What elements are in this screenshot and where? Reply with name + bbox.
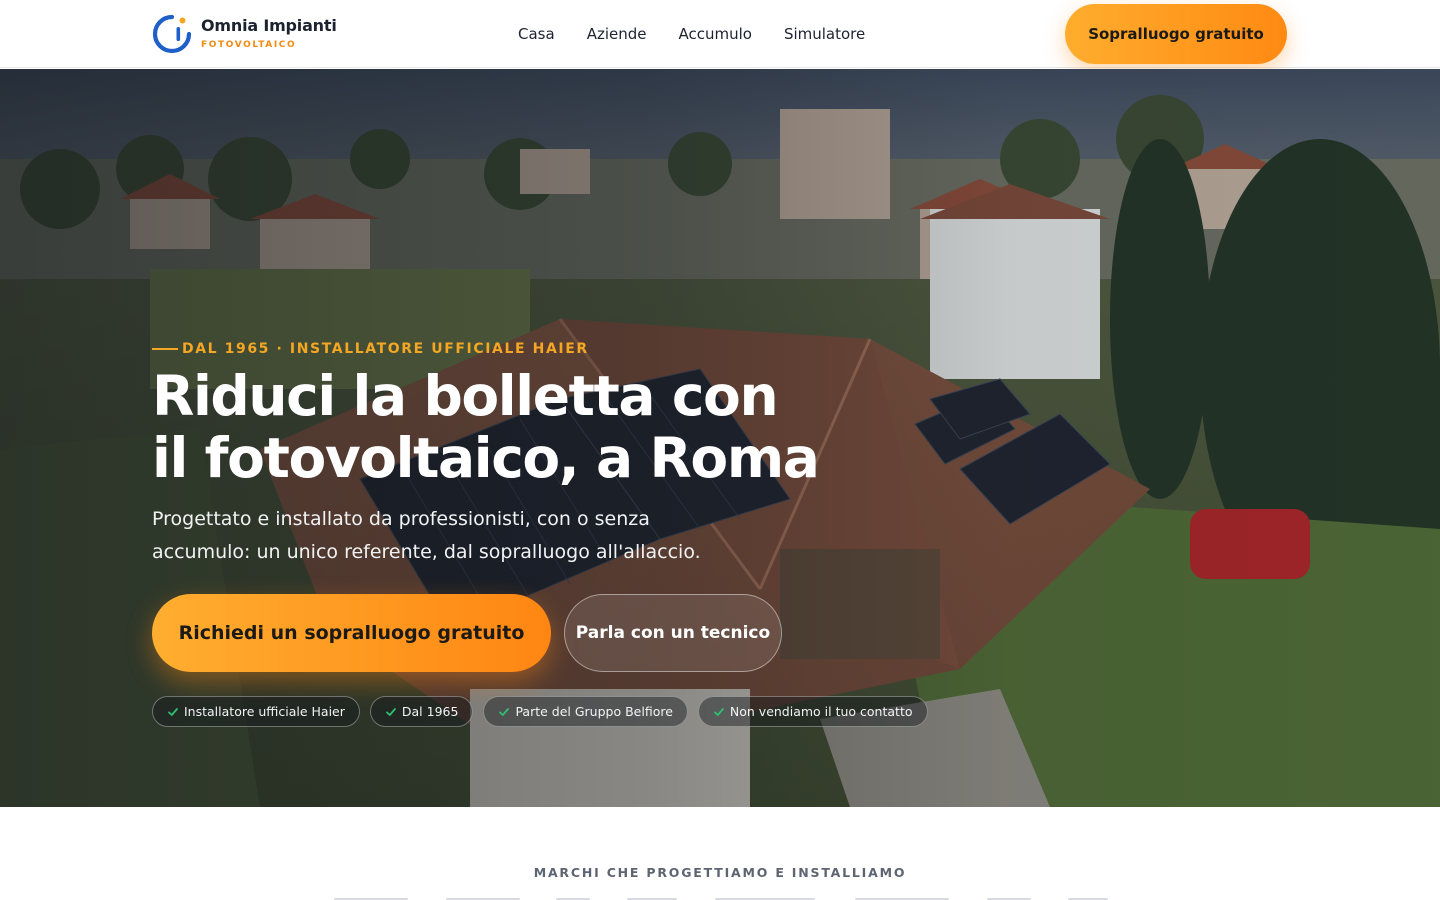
brand-text: Omnia Impianti FOTOVOLTAICO: [201, 15, 337, 52]
nav-item-casa[interactable]: Casa: [518, 25, 555, 43]
talk-to-technician-button[interactable]: Parla con un tecnico: [564, 594, 782, 672]
brands-title: MARCHI CHE PROGETTIAMO E INSTALLIAMO: [533, 865, 907, 880]
hero-subtitle-line-2: accumulo: un unico referente, dal sopral…: [152, 541, 701, 563]
hero-subtitle-line-1: Progettato e installato da professionist…: [152, 508, 650, 530]
nav-item-aziende[interactable]: Aziende: [587, 25, 647, 43]
header-cta-button[interactable]: Sopralluogo gratuito: [1065, 4, 1287, 64]
hero-eyebrow: DAL 1965 · INSTALLATORE UFFICIALE HAIER: [152, 341, 589, 357]
nav-item-accumulo[interactable]: Accumulo: [678, 25, 751, 43]
brands-section: MARCHI CHE PROGETTIAMO E INSTALLIAMO: [0, 807, 1440, 900]
nav-item-simulatore[interactable]: Simulatore: [784, 25, 865, 43]
main-nav: Casa Aziende Accumulo Simulatore: [518, 0, 865, 68]
eyebrow-text: DAL 1965 · INSTALLATORE UFFICIALE HAIER: [182, 341, 589, 357]
trust-badge: Dal 1965: [369, 696, 474, 727]
hero-subtitle: Progettato e installato da professionist…: [152, 503, 732, 569]
trust-badge: Installatore ufficiale Haier: [152, 696, 360, 727]
brand-subtitle: FOTOVOLTAICO: [201, 39, 297, 50]
brand-name: Omnia Impianti: [201, 15, 337, 35]
trust-badge-label: Parte del Gruppo Belfiore: [515, 704, 673, 719]
check-icon: [499, 707, 510, 716]
hero-section: DAL 1965 · INSTALLATORE UFFICIALE HAIER …: [0, 69, 1440, 807]
request-survey-button[interactable]: Richiedi un sopralluogo gratuito: [152, 594, 551, 672]
site-header: Omnia Impianti FOTOVOLTAICO Casa Aziende…: [0, 0, 1440, 68]
trust-badge: Non vendiamo il tuo contatto: [697, 696, 928, 727]
check-icon: [385, 707, 396, 716]
trust-badge-label: Dal 1965: [401, 704, 459, 719]
trust-badges: Installatore ufficiale Haier Dal 1965 Pa…: [152, 696, 928, 727]
check-icon: [168, 707, 178, 716]
hero-title-line-2: il fotovoltaico, a Roma: [152, 426, 820, 490]
hero-title: Riduci la bolletta con il fotovoltaico, …: [152, 365, 872, 489]
brand-logo-link[interactable]: Omnia Impianti FOTOVOLTAICO: [152, 12, 337, 56]
check-icon: [714, 707, 724, 716]
trust-badge-label: Non vendiamo il tuo contatto: [729, 704, 913, 719]
trust-badge: Parte del Gruppo Belfiore: [483, 696, 688, 727]
trust-badge-label: Installatore ufficiale Haier: [184, 704, 345, 719]
hero-title-line-1: Riduci la bolletta con: [152, 364, 779, 428]
brand-logo-icon: [152, 14, 192, 54]
eyebrow-line: [152, 348, 178, 350]
